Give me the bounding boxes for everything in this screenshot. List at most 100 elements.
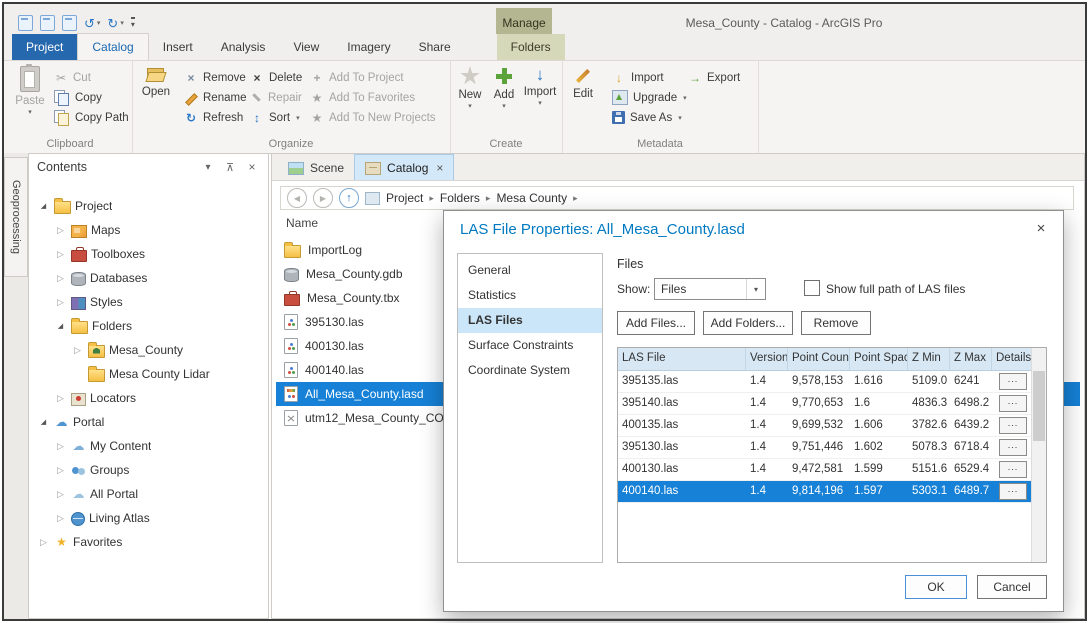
redo-caret-icon[interactable]: ▾ [120, 19, 124, 27]
expander-collapsed-icon[interactable]: ▷ [54, 465, 67, 476]
table-row-400130-las[interactable]: 400130.las1.49,472,5811.5995151.66529.4.… [618, 459, 1046, 481]
forward-button[interactable]: ▶ [313, 188, 333, 208]
table-row-395135-las[interactable]: 395135.las1.49,578,1531.6165109.06241... [618, 371, 1046, 393]
import-button[interactable]: ↓ Import ▾ [522, 62, 558, 106]
column-header-z-max[interactable]: Z Max [950, 348, 992, 370]
expander-expanded-icon[interactable]: ◢ [37, 418, 50, 426]
expander-collapsed-icon[interactable]: ▷ [54, 441, 67, 452]
tree-item-groups[interactable]: ▷Groups [29, 458, 268, 482]
column-header-point-spacin[interactable]: Point Spacin [850, 348, 908, 370]
undo-caret-icon[interactable]: ▾ [97, 19, 101, 27]
tree-item-toolboxes[interactable]: ▷Toolboxes [29, 242, 268, 266]
tree-item-mesa-county[interactable]: ▷Mesa_County [29, 338, 268, 362]
remove-files-button[interactable]: Remove [801, 311, 871, 335]
details-button[interactable]: ... [999, 417, 1027, 434]
dialog-nav-surface-constraints[interactable]: Surface Constraints [458, 333, 602, 358]
expander-expanded-icon[interactable]: ◢ [37, 202, 50, 210]
tree-item-portal[interactable]: ◢☁Portal [29, 410, 268, 434]
auto-hide-pin-icon[interactable]: ⊼ [222, 161, 238, 174]
remove-button[interactable]: × Remove [184, 68, 246, 87]
table-row-400140-las[interactable]: 400140.las1.49,814,1961.5975303.16489.7.… [618, 481, 1046, 503]
expander-collapsed-icon[interactable]: ▷ [54, 225, 67, 236]
location-bar[interactable]: ◀ ▶ ↑ Project▸Folders▸Mesa County▸ [280, 186, 1074, 210]
details-button[interactable]: ... [999, 395, 1027, 412]
open-button[interactable]: Open [136, 62, 176, 98]
add-to-favorites-button[interactable]: ★ Add To Favorites [310, 88, 415, 107]
column-header-z-min[interactable]: Z Min [908, 348, 950, 370]
ribbon-tab-share[interactable]: Share [405, 34, 465, 60]
delete-button[interactable]: × Delete [250, 68, 302, 87]
export-metadata-button[interactable]: → Export [688, 68, 740, 87]
undo-button[interactable]: ↺▾ [84, 17, 100, 30]
tree-item-databases[interactable]: ▷Databases [29, 266, 268, 290]
tree-item-maps[interactable]: ▷Maps [29, 218, 268, 242]
pane-menu-icon[interactable]: ▾ [200, 162, 216, 173]
tree-item-styles[interactable]: ▷Styles [29, 290, 268, 314]
tree-item-my-content[interactable]: ▷☁My Content [29, 434, 268, 458]
repair-button[interactable]: Repair [250, 88, 302, 107]
dialog-nav-general[interactable]: General [458, 258, 602, 283]
show-dropdown[interactable]: Files ▾ [654, 278, 766, 300]
cancel-button[interactable]: Cancel [977, 575, 1047, 599]
details-button[interactable]: ... [999, 373, 1027, 390]
add-to-new-projects-button[interactable]: ★ Add To New Projects [310, 108, 436, 127]
rename-button[interactable]: Rename [184, 88, 246, 107]
expander-collapsed-icon[interactable]: ▷ [71, 345, 84, 356]
sort-button[interactable]: ↕ Sort ▾ [250, 108, 300, 127]
tree-item-locators[interactable]: ▷Locators [29, 386, 268, 410]
table-row-395130-las[interactable]: 395130.las1.49,751,4461.6025078.36718.4.… [618, 437, 1046, 459]
copy-path-button[interactable]: Copy Path [54, 108, 129, 127]
new-project-button[interactable] [18, 15, 33, 31]
new-button[interactable]: New ▾ [454, 62, 486, 109]
expander-collapsed-icon[interactable]: ▷ [54, 297, 67, 308]
customize-qat-button[interactable]: ▾ [131, 17, 135, 29]
expander-expanded-icon[interactable]: ◢ [54, 322, 67, 330]
column-header-point-count[interactable]: Point Count [788, 348, 850, 370]
import-metadata-button[interactable]: ↓ Import [612, 68, 664, 87]
edit-metadata-button[interactable]: Edit [566, 62, 600, 100]
details-button[interactable]: ... [999, 483, 1027, 500]
ribbon-tab-imagery[interactable]: Imagery [333, 34, 404, 60]
add-to-project-button[interactable]: + Add To Project [310, 68, 404, 87]
cut-button[interactable]: ✂ Cut [54, 68, 91, 87]
ok-button[interactable]: OK [905, 575, 967, 599]
expander-collapsed-icon[interactable]: ▷ [54, 513, 67, 524]
dialog-close-icon[interactable]: × [1031, 219, 1051, 239]
dialog-nav-statistics[interactable]: Statistics [458, 283, 602, 308]
ribbon-tab-analysis[interactable]: Analysis [207, 34, 280, 60]
column-header-details[interactable]: Details [992, 348, 1034, 370]
show-full-path-checkbox[interactable] [804, 280, 820, 296]
tree-item-living-atlas[interactable]: ▷Living Atlas [29, 506, 268, 530]
upgrade-metadata-button[interactable]: Upgrade ▾ [612, 88, 687, 107]
ribbon-tab-catalog[interactable]: Catalog [77, 33, 148, 60]
ribbon-tab-project[interactable]: Project [12, 34, 77, 60]
tree-item-mesa-county-lidar[interactable]: Mesa County Lidar [29, 362, 268, 386]
tree-item-folders[interactable]: ◢Folders [29, 314, 268, 338]
save-as-metadata-button[interactable]: Save As ▾ [612, 108, 682, 127]
expander-collapsed-icon[interactable]: ▷ [54, 249, 67, 260]
expander-collapsed-icon[interactable]: ▷ [54, 489, 67, 500]
geoprocessing-dock-tab[interactable]: Geoprocessing [4, 157, 28, 277]
redo-button[interactable]: ↻▾ [107, 17, 123, 30]
details-button[interactable]: ... [999, 439, 1027, 456]
paste-button[interactable]: Paste ▾ [10, 62, 50, 115]
refresh-button[interactable]: ↻ Refresh [184, 108, 243, 127]
table-scrollbar[interactable] [1031, 348, 1046, 562]
copy-button[interactable]: Copy [54, 88, 102, 107]
tree-item-favorites[interactable]: ▷★Favorites [29, 530, 268, 554]
column-header-version[interactable]: Version [746, 348, 788, 370]
breadcrumb-item-project[interactable]: Project [386, 191, 423, 205]
ribbon-tab-view[interactable]: View [279, 34, 333, 60]
breadcrumb-item-mesa-county[interactable]: Mesa County [496, 191, 567, 205]
table-row-395140-las[interactable]: 395140.las1.49,770,6531.64836.36498.2... [618, 393, 1046, 415]
tree-item-project[interactable]: ◢Project [29, 194, 268, 218]
open-project-button[interactable] [40, 15, 55, 31]
close-pane-icon[interactable]: × [244, 160, 260, 174]
dialog-nav-las-files[interactable]: LAS Files [458, 308, 602, 333]
up-one-level-button[interactable]: ↑ [339, 188, 359, 208]
expander-collapsed-icon[interactable]: ▷ [37, 537, 50, 548]
add-button[interactable]: Add ▾ [488, 62, 520, 109]
add-folders-button[interactable]: Add Folders... [703, 311, 793, 335]
column-header-las-file[interactable]: LAS File [618, 348, 746, 370]
view-tab-catalog[interactable]: Catalog× [354, 154, 454, 180]
